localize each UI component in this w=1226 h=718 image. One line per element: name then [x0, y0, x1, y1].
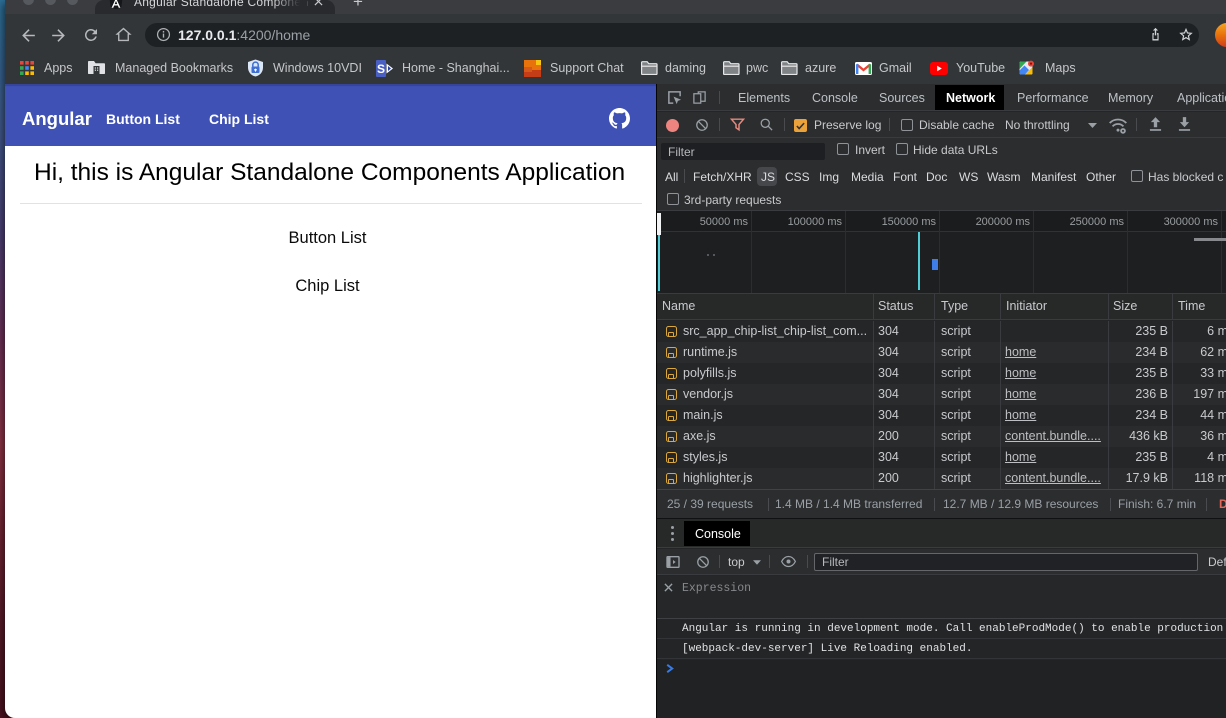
svg-text:S: S [377, 62, 385, 76]
